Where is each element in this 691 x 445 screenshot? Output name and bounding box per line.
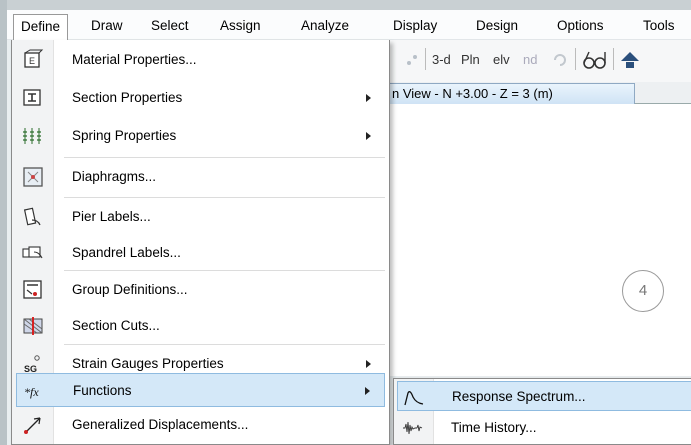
disabled-tool-icon[interactable] [403, 51, 421, 69]
functions-icon: *fx [24, 385, 39, 399]
menu-options[interactable]: Options [557, 14, 604, 38]
time-history-icon [403, 421, 423, 435]
menu-item-material-properties[interactable]: E Material Properties... [16, 42, 385, 78]
submenu-arrow-icon [366, 132, 371, 140]
diaphragm-icon [23, 167, 43, 187]
menu-item-functions[interactable]: *fx Functions [16, 373, 385, 407]
menu-item-section-properties[interactable]: Section Properties [16, 80, 385, 116]
menu-item-label: Section Properties [72, 90, 183, 105]
menu-separator [64, 197, 385, 198]
menu-tools[interactable]: Tools [643, 14, 675, 38]
menu-define[interactable]: Define [13, 14, 69, 40]
section-properties-icon [23, 89, 41, 106]
menu-item-label: Material Properties... [72, 52, 197, 67]
spring-properties-icon [23, 128, 41, 144]
menu-item-spandrel-labels[interactable]: Spandrel Labels... [16, 235, 385, 271]
plan-view-tab[interactable]: n View - N +3.00 - Z = 3 (m) [385, 83, 635, 104]
menu-item-response-spectrum[interactable]: Response Spectrum... [397, 381, 691, 411]
submenu-arrow-icon [366, 94, 371, 102]
toolbar-separator [425, 48, 426, 70]
menu-item-label: Diaphragms... [72, 169, 157, 184]
model-view-canvas[interactable] [385, 104, 691, 376]
menu-item-label: Group Definitions... [72, 282, 188, 297]
functions-submenu: Response Spectrum... Time History... [393, 378, 691, 445]
glasses-icon[interactable] [581, 49, 609, 71]
menu-item-group-definitions[interactable]: Group Definitions... [16, 272, 385, 308]
menu-analyze[interactable]: Analyze [301, 14, 349, 38]
menu-item-label: Response Spectrum... [452, 389, 586, 404]
view-tab-bar: n View - N +3.00 - Z = 3 (m) [385, 82, 691, 104]
grid-line-bubble: 4 [622, 270, 664, 312]
pier-label-icon [23, 207, 41, 226]
menu-bar: Define Draw Select Assign Analyze Displa… [7, 10, 691, 40]
menu-item-section-cuts[interactable]: Section Cuts... [16, 308, 385, 344]
strain-gauge-icon: SG [24, 355, 40, 374]
menu-item-time-history[interactable]: Time History... [397, 413, 691, 443]
submenu-arrow-icon [365, 387, 370, 395]
menu-item-diaphragms[interactable]: Diaphragms... [16, 159, 385, 195]
section-cut-icon [23, 317, 43, 335]
rotate-icon[interactable] [551, 51, 569, 69]
menu-item-generalized-displacements[interactable]: Generalized Displacements... [16, 407, 385, 443]
menu-item-label: Functions [73, 383, 132, 398]
window-frame-left [0, 0, 7, 445]
menu-item-spring-properties[interactable]: Spring Properties [16, 118, 385, 154]
menu-separator [64, 270, 385, 271]
menu-separator [64, 344, 385, 345]
material-properties-icon: E [24, 49, 44, 68]
define-menu-dropdown: E Material Properties... Section Propert… [11, 40, 390, 445]
view-3d-button[interactable]: 3-d [432, 50, 451, 70]
svg-text:E: E [29, 56, 35, 66]
submenu-arrow-icon [366, 360, 371, 368]
generalized-displacement-icon [24, 417, 41, 434]
group-definition-icon [23, 280, 42, 299]
menu-draw[interactable]: Draw [91, 14, 123, 38]
menu-item-pier-labels[interactable]: Pier Labels... [16, 199, 385, 235]
menu-item-label: Section Cuts... [72, 318, 160, 333]
menu-design[interactable]: Design [476, 14, 518, 38]
window-frame-top [0, 0, 691, 10]
toolbar-separator [575, 48, 576, 70]
move-up-icon[interactable] [619, 49, 641, 71]
menu-display[interactable]: Display [393, 14, 437, 38]
response-spectrum-icon [404, 391, 424, 406]
spandrel-label-icon [22, 246, 43, 259]
svg-text:*fx: *fx [24, 385, 39, 399]
menu-assign[interactable]: Assign [220, 14, 261, 38]
menu-item-label: Spandrel Labels... [72, 245, 181, 260]
toolbar-separator [613, 48, 614, 70]
menu-item-label: Pier Labels... [72, 209, 151, 224]
menu-select[interactable]: Select [151, 14, 189, 38]
elevation-view-button[interactable]: elv [493, 50, 510, 70]
menu-item-label: Generalized Displacements... [72, 417, 249, 432]
menu-separator [64, 157, 385, 158]
menu-item-label: Spring Properties [72, 128, 177, 143]
toolbar: 3-d Pln elv nd [385, 40, 691, 82]
plan-view-button[interactable]: Pln [461, 50, 480, 70]
nd-button[interactable]: nd [523, 50, 537, 70]
menu-item-label: Time History... [451, 420, 537, 435]
